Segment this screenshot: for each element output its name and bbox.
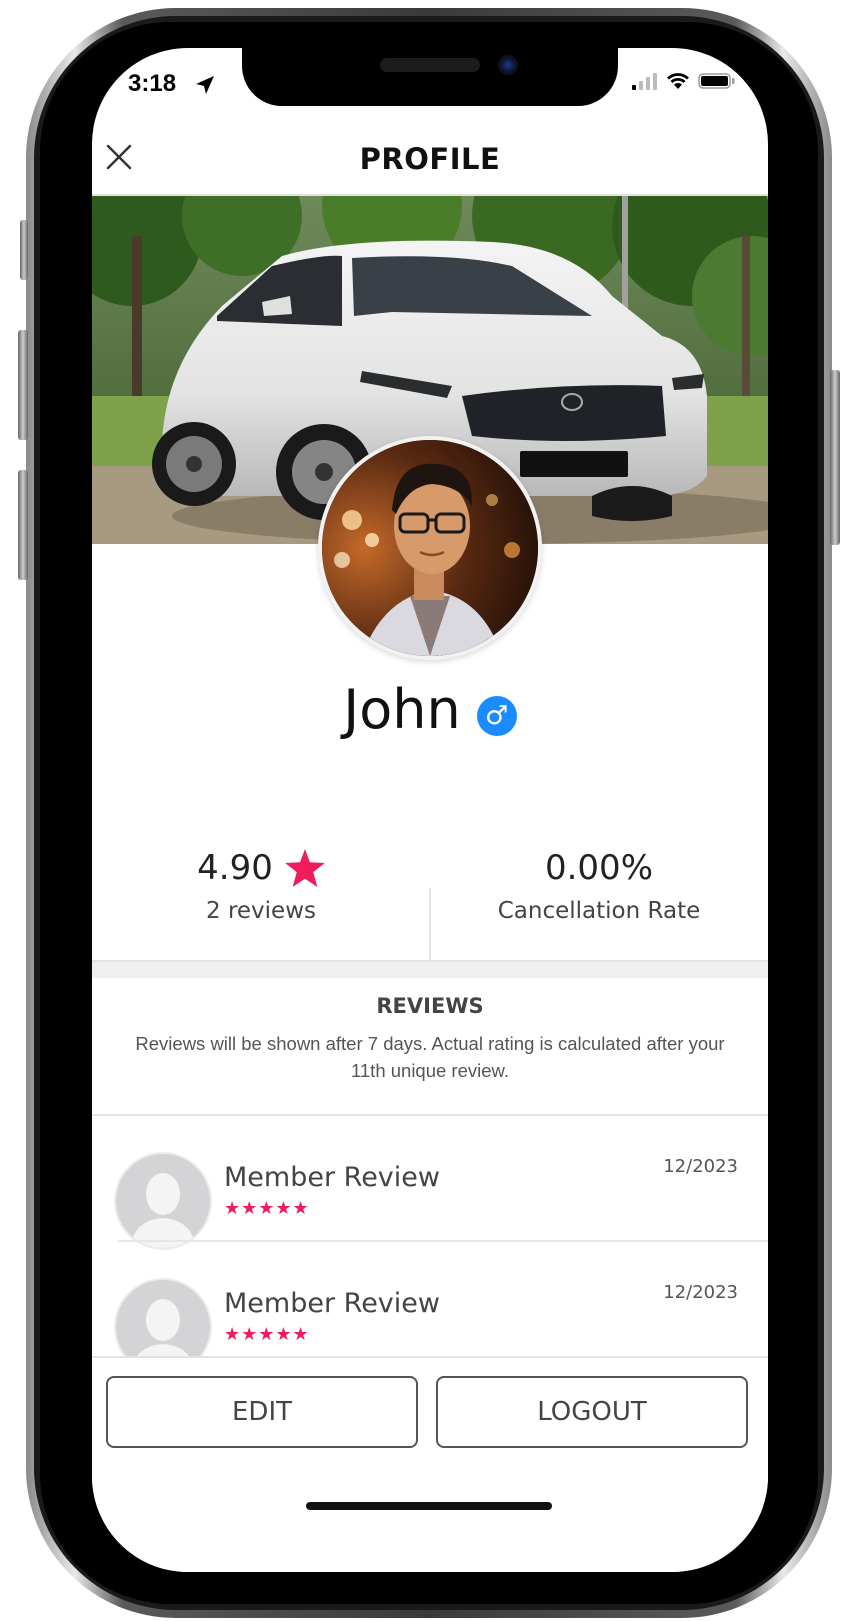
- rating-value-row: 4.90: [197, 848, 325, 888]
- nav-header: PROFILE: [92, 128, 768, 196]
- male-gender-icon: ♂: [476, 695, 517, 736]
- notch: [242, 48, 618, 106]
- cancellation-label: Cancellation Rate: [497, 898, 701, 924]
- review-stars: ★★★★★: [224, 1324, 310, 1345]
- reviews-note: Reviews will be shown after 7 days. Actu…: [135, 1033, 725, 1081]
- cancellation-stat: 0.00% Cancellation Rate: [430, 838, 768, 924]
- stats-row: 4.90 2 reviews 0.00% Cancellation Rate: [92, 838, 768, 968]
- location-arrow-icon: [196, 76, 214, 94]
- edit-button[interactable]: EDIT: [106, 1376, 418, 1448]
- power-button: [830, 370, 840, 545]
- rating-stat[interactable]: 4.90 2 reviews: [92, 838, 430, 924]
- reviews-count: 2 reviews: [206, 898, 316, 924]
- bottom-action-bar: EDIT LOGOUT: [92, 1356, 768, 1572]
- review-title: Member Review: [224, 1162, 440, 1193]
- front-camera: [498, 55, 518, 75]
- avatar-image: [322, 440, 538, 656]
- user-placeholder-icon: [130, 1173, 196, 1248]
- review-stars: ★★★★★: [224, 1198, 310, 1219]
- wifi-icon: [667, 73, 689, 89]
- volume-down-button: [18, 470, 28, 580]
- avatar[interactable]: [318, 436, 542, 660]
- reviews-section-header: REVIEWS Reviews will be shown after 7 da…: [92, 994, 768, 1084]
- star-icon: [285, 849, 325, 887]
- status-time: 3:18: [128, 70, 177, 97]
- home-indicator[interactable]: [306, 1502, 552, 1510]
- speaker-grille: [380, 58, 480, 72]
- review-title: Member Review: [224, 1288, 440, 1319]
- review-item[interactable]: Member Review ★★★★★ 12/2023: [92, 1242, 768, 1376]
- status-icons: [632, 72, 736, 90]
- volume-up-button: [18, 330, 28, 440]
- reviews-title: REVIEWS: [376, 994, 484, 1018]
- profile-name-row: John ♂: [92, 678, 768, 741]
- battery-icon: [698, 73, 735, 89]
- profile-name: John: [343, 678, 461, 741]
- review-date: 12/2023: [663, 1156, 738, 1177]
- page-title: PROFILE: [359, 142, 501, 176]
- review-item[interactable]: Member Review ★★★★★ 12/2023: [92, 1116, 768, 1250]
- phone-screen: 3:18 PROFILE John ♂ 4.90 2 reviews 0.00%…: [92, 48, 768, 1572]
- cancellation-value: 0.00%: [544, 848, 653, 888]
- rating-value: 4.90: [197, 848, 273, 888]
- logout-button[interactable]: LOGOUT: [436, 1376, 748, 1448]
- signal-icon: [632, 73, 657, 90]
- reviewer-avatar: [114, 1152, 212, 1250]
- mute-switch: [20, 220, 28, 280]
- review-date: 12/2023: [663, 1282, 738, 1303]
- section-separator: [92, 960, 768, 978]
